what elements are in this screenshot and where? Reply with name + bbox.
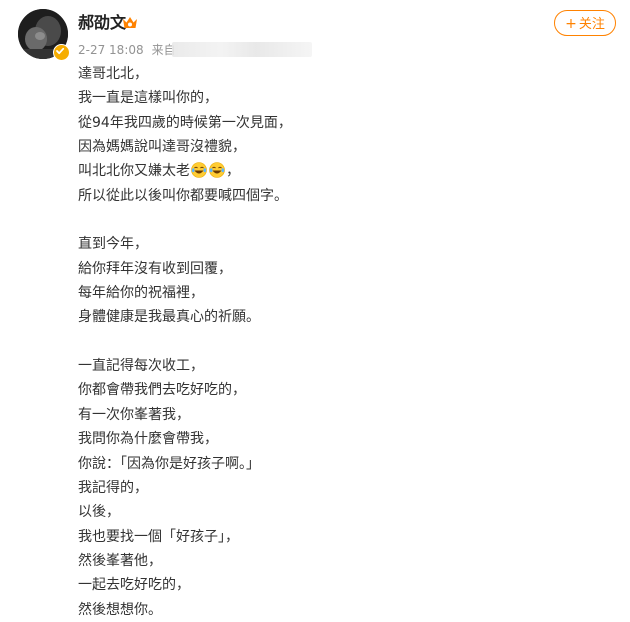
text-line: 我問你為什麼會帶我， bbox=[78, 431, 218, 448]
post-body: 達哥北北， 我一直是這樣叫你的， 從94年我四歲的時候第一次見面， 因為媽媽說叫… bbox=[78, 62, 578, 622]
text-line: 從94年我四歲的時候第一次見面， bbox=[78, 114, 292, 131]
text-line: 然後想想你。 bbox=[78, 601, 162, 618]
weibo-post: 郝劭文 2-27 18:08 来自 + 关注 達哥北北， 我一直是這樣叫你的， 從9… bbox=[0, 0, 630, 618]
vip-crown-icon[interactable] bbox=[122, 16, 138, 30]
text-line: 你說：「因為你是好孩子啊。」 bbox=[78, 455, 260, 472]
username[interactable]: 郝劭文 bbox=[78, 12, 126, 34]
post-meta: 2-27 18:08 来自 bbox=[78, 42, 176, 58]
text-line: 我記得的， bbox=[78, 479, 148, 496]
text-line: 給你拜年沒有收到回覆， bbox=[78, 260, 232, 277]
text-line: 因為媽媽說叫達哥沒禮貌， bbox=[78, 139, 246, 156]
text-line: 每年給你的祝福裡， bbox=[78, 285, 204, 302]
text-fragment: 叫北北你又嫌太老 bbox=[78, 163, 190, 180]
text-line: 所以從此以後叫你都要喊四個字。 bbox=[78, 187, 288, 204]
follow-button[interactable]: + 关注 bbox=[554, 10, 616, 36]
text-line: 身體健康是我最真心的祈願。 bbox=[78, 309, 260, 326]
verified-badge-icon bbox=[53, 44, 70, 61]
text-line: 一起去吃好吃的， bbox=[78, 577, 190, 594]
text-line: 有一次你峯著我， bbox=[78, 406, 190, 423]
laugh-cry-icon bbox=[191, 162, 207, 179]
emoji-text-line: 叫北北你又嫌太老 ， bbox=[78, 159, 578, 183]
laugh-cry-icon bbox=[209, 162, 225, 179]
text-line: 你都會帶我們去吃好吃的， bbox=[78, 382, 246, 399]
text-line: 達哥北北， bbox=[78, 66, 148, 82]
text-line: 我也要找一個「好孩子」， bbox=[78, 528, 239, 545]
text-line: 然後峯著他， bbox=[78, 552, 162, 569]
text-line: 我一直是這樣叫你的， bbox=[78, 90, 218, 107]
post-timestamp[interactable]: 2-27 18:08 bbox=[78, 42, 144, 58]
text-line: 一直記得每次收工， bbox=[78, 358, 204, 375]
text-fragment: ， bbox=[226, 163, 240, 180]
plus-icon: + bbox=[565, 16, 577, 32]
text-line: 以後， bbox=[78, 504, 120, 521]
follow-label: 关注 bbox=[578, 17, 605, 32]
text-line: 直到今年， bbox=[78, 236, 148, 253]
blurred-device-source bbox=[172, 42, 312, 57]
